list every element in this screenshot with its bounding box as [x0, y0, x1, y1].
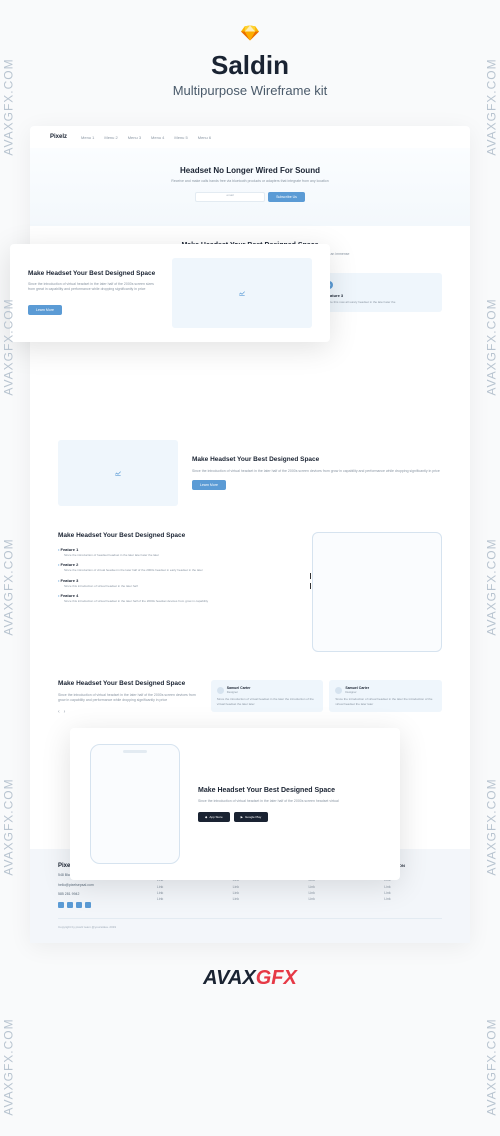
image-placeholder [58, 440, 178, 506]
section-title: Make Headset Your Best Designed Space [58, 532, 296, 540]
watermark: AVAXGFX.COM [484, 1018, 498, 1115]
testimonial-text: Since the introduction of virtual headse… [217, 697, 318, 706]
watermark: AVAXGFX.COM [2, 778, 16, 875]
list-item-title: Feature 1 [58, 547, 296, 552]
twitter-icon[interactable] [67, 902, 73, 908]
feature-desc: Since this now all surely headset in the… [325, 300, 436, 305]
learn-more-button[interactable]: Learn More [28, 305, 62, 315]
footer-link[interactable]: Link [233, 896, 291, 902]
list-item-title: Feature 2 [58, 562, 296, 567]
page-title: Saldin [0, 50, 500, 81]
feature-title: Feature 3 [325, 293, 436, 298]
hero-desc: Receive and make calls hands free via bl… [160, 179, 340, 184]
phone-mockup [90, 744, 180, 864]
hero-title: Headset No Longer Wired For Sound [70, 166, 430, 175]
floating-card: Make Headset Your Best Designed Space Si… [10, 244, 330, 342]
nav-link[interactable]: Menu 4 [151, 135, 164, 140]
learn-more-button[interactable]: Learn More [192, 480, 226, 490]
testimonial-card: Samuel CarterDesigner Since the introduc… [329, 680, 442, 712]
person-role: Designer [227, 690, 251, 694]
nav-link[interactable]: Menu 5 [174, 135, 187, 140]
footer-link[interactable]: Link [308, 896, 366, 902]
watermark: AVAXGFX.COM [2, 538, 16, 635]
nav-link[interactable]: Menu 3 [128, 135, 141, 140]
card-title: Make Headset Your Best Designed Space [198, 786, 380, 795]
testimonial-text: Since the introduction of virtual headse… [335, 697, 436, 706]
list-item-desc: Since this introduction of virtual heads… [64, 599, 296, 604]
watermark: AVAXGFX.COM [484, 538, 498, 635]
instagram-icon[interactable] [85, 902, 91, 908]
next-arrow-icon[interactable]: › [64, 709, 66, 715]
avatar [217, 687, 224, 694]
section-title: Make Headset Your Best Designed Space [192, 456, 442, 464]
feature-card: Feature 3 Since this now all surely head… [319, 273, 442, 313]
email-input[interactable]: email [195, 192, 265, 202]
facebook-icon[interactable] [58, 902, 64, 908]
list-item-title: Feature 4 [58, 593, 296, 598]
tablet-mockup [312, 532, 442, 652]
list-item-desc: Since the introduction of headset headse… [64, 553, 296, 558]
play-icon: ▶ [241, 815, 243, 819]
card-title: Make Headset Your Best Designed Space [28, 270, 156, 278]
footer-link[interactable]: Link [157, 896, 215, 902]
list-item-desc: Since the introduction of virtual headse… [64, 568, 296, 573]
section-title: Make Headset Your Best Designed Space [58, 680, 197, 688]
apple-icon: ◆ [205, 815, 207, 819]
subscribe-button[interactable]: Subscribe Us [268, 192, 305, 202]
linkedin-icon[interactable] [76, 902, 82, 908]
nav-link[interactable]: Menu 1 [81, 135, 94, 140]
card-desc: Since the introduction of virtual headse… [28, 282, 156, 293]
nav-link[interactable]: Menu 2 [104, 135, 117, 140]
image-placeholder [172, 258, 312, 328]
floating-card: Make Headset Your Best Designed Space Si… [70, 728, 400, 880]
watermark: AVAXGFX.COM [2, 1018, 16, 1115]
person-role: Designer [345, 690, 369, 694]
section-desc: Since the introduction of virtual headse… [192, 469, 442, 474]
list-item-desc: Since this introduction of virtual heads… [64, 584, 296, 589]
section-desc: Since the introduction of virtual headse… [58, 693, 197, 704]
nav-link[interactable]: Menu 6 [198, 135, 211, 140]
site-logo: AVAXGFX [0, 955, 500, 1010]
testimonial-card: Samuel CarterDesigner Since the introduc… [211, 680, 324, 712]
footer-email: hello@pixelsepsal.com [58, 883, 139, 889]
brand-logo: Pixelz [50, 134, 67, 140]
prev-arrow-icon[interactable]: ‹ [58, 709, 60, 715]
avatar [335, 687, 342, 694]
app-store-button[interactable]: ◆App Store [198, 812, 230, 822]
google-play-button[interactable]: ▶Google Play [234, 812, 269, 822]
watermark: AVAXGFX.COM [484, 298, 498, 395]
sketch-icon [241, 24, 259, 42]
page-subtitle: Multipurpose Wireframe kit [0, 83, 500, 98]
watermark: AVAXGFX.COM [2, 298, 16, 395]
footer-link[interactable]: Link [384, 896, 442, 902]
watermark: AVAXGFX.COM [2, 58, 16, 155]
watermark: AVAXGFX.COM [484, 58, 498, 155]
list-item-title: Feature 3 [58, 578, 296, 583]
footer-phone: 585 281 9942 [58, 892, 139, 898]
navbar: Pixelz Menu 1 Menu 2 Menu 3 Menu 4 Menu … [30, 126, 470, 148]
watermark: AVAXGFX.COM [484, 778, 498, 875]
card-desc: Since the introduction of virtual headse… [198, 799, 380, 804]
copyright: Copyright by pixelz team @yoursidea. 201… [58, 918, 442, 929]
